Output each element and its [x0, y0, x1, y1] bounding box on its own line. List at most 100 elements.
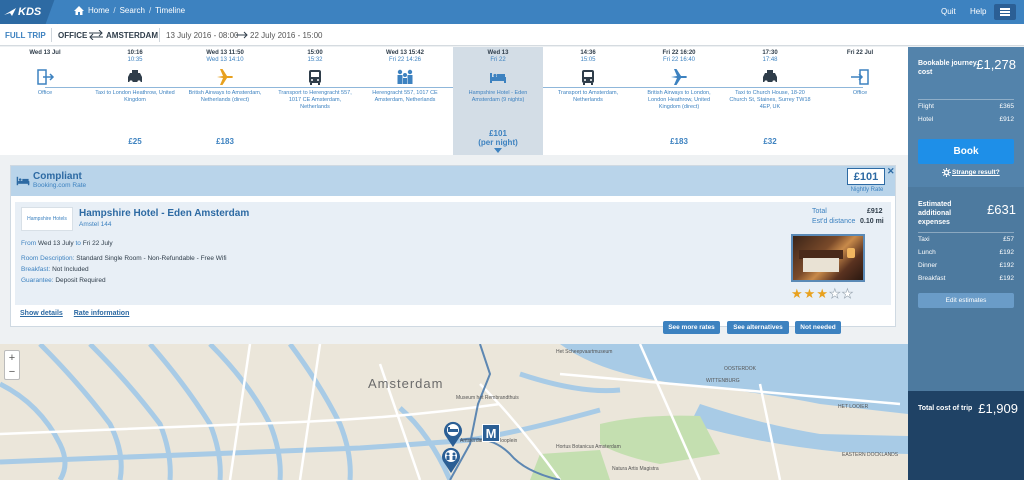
- lunch-label: Lunch: [918, 249, 936, 256]
- distance-label: Est'd distance: [812, 218, 856, 225]
- hotel-value: £912: [999, 116, 1014, 123]
- menu-bar: [1000, 14, 1010, 16]
- metro-station-marker[interactable]: M: [482, 424, 500, 442]
- breakfast-value: £192: [999, 275, 1014, 282]
- bookable-cost-value: £1,278: [976, 57, 1016, 72]
- see-more-rates-button[interactable]: See more rates: [663, 321, 720, 334]
- step-price: £183: [670, 137, 688, 146]
- book-button[interactable]: Book: [918, 139, 1014, 164]
- hamburger-menu-button[interactable]: [994, 4, 1016, 20]
- map[interactable]: + − Amsterdam Het Scheepvaartmuseum WITT…: [0, 344, 908, 480]
- edit-estimates-button[interactable]: Edit estimates: [918, 293, 1014, 308]
- compliance-status: Compliant: [33, 171, 82, 182]
- meeting-map-pin-icon[interactable]: [440, 446, 462, 474]
- plane-icon: [671, 69, 687, 85]
- total-trip-label: Total cost of trip: [918, 405, 973, 412]
- menu-bar: [1000, 11, 1010, 13]
- estimated-expenses-value: £631: [987, 202, 1016, 217]
- step-description: British Airways to London, London Heathr…: [647, 90, 711, 110]
- help-link[interactable]: Help: [970, 7, 986, 16]
- close-icon[interactable]: ✕: [887, 166, 895, 177]
- room-description: Room Description: Standard Single Room -…: [21, 255, 227, 262]
- hotel-name[interactable]: Hampshire Hotel - Eden Amsterdam: [79, 208, 249, 219]
- meeting-icon: [397, 69, 413, 84]
- step-time-start: Fri 22 16:20: [662, 50, 696, 56]
- rate-information-link[interactable]: Rate information: [74, 310, 130, 317]
- taxi-value: £57: [1003, 236, 1014, 243]
- total-value: £912: [867, 208, 883, 215]
- breakfast-value: Not Included: [52, 266, 89, 273]
- map-label: Museum het Rembrandthuis: [456, 395, 519, 401]
- divider: [159, 28, 160, 42]
- hotel-logo: Hampshire Hotels: [21, 207, 73, 231]
- step-time-start: 15:00: [307, 50, 323, 56]
- step-time-end: 15:32: [307, 57, 323, 63]
- taxi-label: Taxi: [918, 236, 930, 243]
- timeline-step-hotel[interactable]: Wed 13 Fri 22 Hampshire Hotel - Eden Ams…: [453, 47, 543, 155]
- step-time-end: 10:35: [127, 57, 143, 63]
- menu-bar: [1000, 8, 1010, 10]
- star-filled-icon: ★: [791, 286, 803, 301]
- star-rating: ★ ★ ★ ★ ★: [791, 286, 854, 301]
- nightly-price: £101: [847, 168, 885, 185]
- room-value: Standard Single Room - Non-Refundable - …: [76, 255, 227, 262]
- arrow-right-icon: [236, 31, 248, 39]
- step-description: Taxi to Church House, 18-20 Church St, S…: [729, 90, 811, 110]
- estimated-expenses-section: Estimated additional expenses £631 Taxi …: [908, 192, 1024, 322]
- map-label: WITTENBURG: [706, 378, 740, 384]
- strange-result-link[interactable]: Strange result?: [952, 169, 1000, 176]
- step-price: £25: [128, 137, 142, 146]
- hotel-map-pin-icon[interactable]: [442, 420, 464, 448]
- step-description: Office: [852, 90, 868, 96]
- star-empty-icon: ★: [828, 286, 841, 301]
- map-label: HET LOOIER: [838, 404, 869, 410]
- step-price-value: £101: [489, 129, 507, 138]
- bookable-cost-label: Bookable journey cost: [918, 60, 977, 77]
- hotel-links: Show details Rate information: [20, 310, 138, 317]
- lunch-value: £192: [999, 249, 1014, 256]
- zoom-in-button[interactable]: +: [5, 351, 19, 365]
- breakfast-info: Breakfast: Not Included: [21, 266, 89, 273]
- breakfast-label: Breakfast:: [21, 266, 51, 273]
- nav-search[interactable]: Search: [120, 6, 145, 15]
- map-label: OOSTERDOK: [724, 366, 756, 372]
- from-label: From: [21, 240, 37, 247]
- map-city-label: Amsterdam: [368, 376, 444, 391]
- step-time-end: 17:48: [762, 57, 778, 63]
- trip-date-from[interactable]: 13 July 2016 - 08:00: [166, 31, 239, 40]
- breadcrumb: Home / Search / Timeline: [74, 6, 185, 15]
- step-time-start: Fri 22 Jul: [846, 50, 874, 56]
- trip-destination[interactable]: AMSTERDAM: [106, 31, 158, 40]
- taxi-icon: [128, 70, 142, 84]
- from-date: Wed 13 July: [37, 240, 74, 247]
- step-description: Office: [37, 90, 53, 96]
- breadcrumb-separator: /: [113, 6, 116, 15]
- see-alternatives-button[interactable]: See alternatives: [727, 321, 789, 334]
- to-label: to: [75, 240, 81, 247]
- step-description: Hampshire Hotel - Eden Amsterdam (9 nigh…: [468, 90, 528, 103]
- estimated-expenses-label: Estimated additional expenses: [918, 201, 952, 227]
- zoom-out-button[interactable]: −: [5, 365, 19, 379]
- nav-home[interactable]: Home: [88, 6, 109, 15]
- nav-timeline[interactable]: Timeline: [155, 6, 185, 15]
- hotel-panel-header: Compliant Booking.com Rate £101 Nightly …: [11, 166, 895, 196]
- trip-timeline: Wed 13 Jul Office 10:16 10:35 Taxi to Lo…: [0, 47, 908, 155]
- nightly-label: Nightly Rate: [850, 187, 884, 193]
- flight-cost-row: Flight £365: [918, 103, 1014, 110]
- quit-link[interactable]: Quit: [941, 7, 956, 16]
- step-time-start: Wed 13 11:50: [206, 50, 244, 56]
- step-time-end: Fri 22 14:26: [388, 57, 422, 63]
- show-details-link[interactable]: Show details: [20, 310, 63, 317]
- home-icon[interactable]: [74, 6, 84, 15]
- step-price: £183: [216, 137, 234, 146]
- room-label: Room Description:: [21, 255, 75, 262]
- star-empty-icon: ★: [841, 286, 854, 301]
- step-time-start: 14:36: [580, 50, 596, 56]
- trip-origin[interactable]: OFFICE: [58, 31, 87, 40]
- not-needed-button[interactable]: Not needed: [795, 321, 841, 334]
- swap-arrows-icon[interactable]: [88, 30, 104, 40]
- trip-date-to[interactable]: 22 July 2016 - 15:00: [250, 31, 323, 40]
- plane-icon: [217, 69, 233, 85]
- full-trip-tab[interactable]: FULL TRIP: [5, 31, 46, 40]
- hotel-photo[interactable]: [791, 234, 865, 282]
